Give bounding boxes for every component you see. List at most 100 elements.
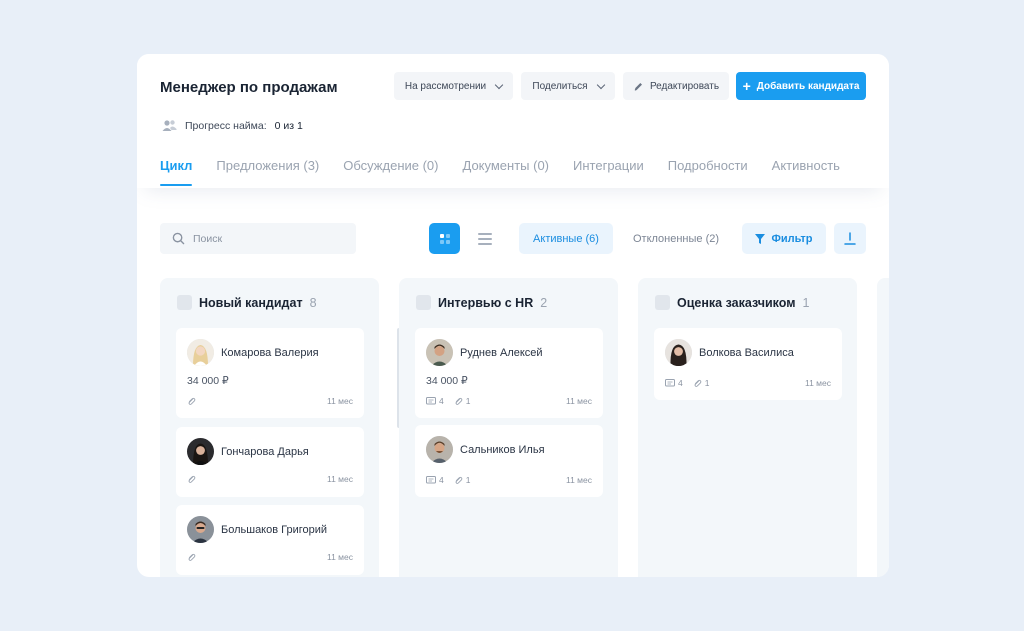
plus-icon: + [742, 78, 751, 94]
progress-value: 0 из 1 [274, 119, 303, 132]
candidate-time: 11 мес [565, 396, 592, 406]
download-button[interactable] [834, 223, 866, 254]
candidate-time: 11 мес [565, 475, 592, 485]
share-dropdown-label: Поделиться [532, 80, 588, 92]
tab-activity[interactable]: Активность [772, 158, 840, 186]
vacancy-header: Менеджер по продажам На рассмотрении Под… [137, 54, 889, 188]
pipeline-column-next [877, 278, 889, 577]
candidate-name: Большаков Григорий [221, 523, 328, 536]
search-box[interactable] [160, 223, 356, 254]
search-input[interactable] [193, 232, 343, 245]
avatar [187, 516, 214, 543]
comments: 4 [426, 475, 444, 485]
candidate-card[interactable]: Руднев Алексей 34 000 ₽ 4 1 11 мес [415, 328, 603, 418]
filter-button-label: Фильтр [771, 232, 813, 245]
pencil-icon [634, 82, 642, 91]
attachments [187, 553, 196, 562]
candidate-card-top: Гончарова Дарья [187, 438, 309, 465]
paperclip-icon [455, 476, 463, 484]
tab-discussion[interactable]: Обсуждение (0) [343, 158, 438, 186]
file-count: 1 [465, 475, 471, 485]
attachments [187, 475, 196, 484]
progress-label: Прогресс найма: [185, 119, 267, 132]
column-checkbox[interactable] [177, 295, 192, 310]
download-icon [844, 232, 856, 245]
comment-icon [426, 396, 436, 404]
tab-documents[interactable]: Документы (0) [463, 158, 550, 186]
candidate-meta: 4 1 11 мес [426, 396, 592, 406]
column-checkbox[interactable] [655, 295, 670, 310]
paperclip-icon [694, 379, 702, 387]
paperclip-icon [188, 553, 196, 561]
add-candidate-button[interactable]: + Добавить кандидата [736, 72, 866, 100]
tab-details[interactable]: Подробности [668, 158, 748, 186]
paperclip-icon [455, 397, 463, 405]
candidate-salary: 34 000 ₽ [426, 375, 468, 387]
tab-bar: Цикл Предложения (3) Обсуждение (0) Доку… [160, 158, 840, 186]
column-title: Оценка заказчиком [677, 295, 796, 310]
candidate-card[interactable]: Волкова Василиса 4 1 11 мес [654, 328, 842, 400]
edit-button-label: Редактировать [649, 80, 720, 92]
column-count: 1 [802, 295, 810, 310]
avatar [187, 339, 214, 366]
chevron-down-icon [596, 80, 605, 89]
tab-integrations[interactable]: Интеграции [573, 158, 644, 186]
avatar [665, 339, 692, 366]
candidate-card[interactable]: Комарова Валерия 34 000 ₽ 11 мес [176, 328, 364, 418]
file-count: 1 [704, 378, 710, 388]
edit-button[interactable]: Редактировать [623, 72, 729, 100]
avatar [187, 438, 214, 465]
candidate-time: 11 мес [326, 474, 353, 484]
users-icon [162, 120, 177, 131]
attachments [187, 397, 196, 406]
pipeline-column-client-review: Оценка заказчиком 1 Волкова Василиса 4 1 [638, 278, 857, 577]
status-dropdown-label: На рассмотрении [404, 80, 487, 92]
share-dropdown[interactable]: Поделиться [521, 72, 615, 100]
chevron-down-icon [494, 80, 504, 89]
candidate-card[interactable]: Большаков Григорий 11 мес [176, 505, 364, 575]
add-candidate-label: Добавить кандидата [756, 80, 860, 92]
board-view-button[interactable] [429, 223, 460, 254]
comment-icon [426, 475, 436, 483]
avatar [426, 436, 453, 463]
attachments: 1 [454, 396, 470, 406]
list-view-button[interactable] [469, 223, 500, 254]
column-title: Интервью с HR [438, 295, 534, 310]
tab-cycle[interactable]: Цикл [160, 158, 193, 186]
candidate-meta: 4 1 11 мес [426, 475, 592, 485]
tab-offers[interactable]: Предложения (3) [216, 158, 319, 186]
candidate-name: Сальников Илья [460, 443, 545, 456]
column-title: Новый кандидат [199, 295, 303, 310]
candidate-card[interactable]: Гончарова Дарья 11 мес [176, 427, 364, 497]
candidate-time: 11 мес [326, 552, 353, 562]
candidate-meta: 11 мес [187, 552, 353, 562]
comment-count: 4 [678, 378, 683, 388]
list-view-icon [477, 232, 492, 245]
status-dropdown[interactable]: На рассмотрении [394, 72, 513, 100]
candidate-meta: 11 мес [187, 474, 353, 484]
candidate-name: Комарова Валерия [221, 346, 319, 359]
candidate-card-top: Волкова Василиса [665, 339, 794, 366]
column-header: Оценка заказчиком 1 [655, 295, 809, 310]
hiring-progress: Прогресс найма: 0 из 1 [162, 119, 303, 132]
page-title: Менеджер по продажам [160, 79, 338, 96]
avatar [426, 339, 453, 366]
active-candidates-button[interactable]: Активные (6) [519, 223, 613, 254]
column-count: 8 [309, 295, 317, 310]
candidate-card-top: Комарова Валерия [187, 339, 319, 366]
candidate-card[interactable]: Сальников Илья 4 1 11 мес [415, 425, 603, 497]
candidate-name: Руднев Алексей [460, 346, 543, 359]
column-count: 2 [540, 295, 548, 310]
candidate-name: Гончарова Дарья [221, 445, 309, 458]
candidate-card-top: Сальников Илья [426, 436, 545, 463]
rejected-candidates-button[interactable]: Отклоненные (2) [621, 223, 731, 254]
paperclip-icon [188, 475, 196, 483]
candidate-meta: 4 1 11 мес [665, 378, 831, 388]
filter-button[interactable]: Фильтр [742, 223, 826, 254]
funnel-icon [755, 233, 766, 244]
column-header: Новый кандидат 8 [177, 295, 317, 310]
comment-icon [665, 378, 675, 386]
column-checkbox[interactable] [416, 295, 431, 310]
attachments: 1 [693, 378, 710, 388]
pipeline-column-new: Новый кандидат 8 Комарова Валерия 34 000… [160, 278, 401, 577]
